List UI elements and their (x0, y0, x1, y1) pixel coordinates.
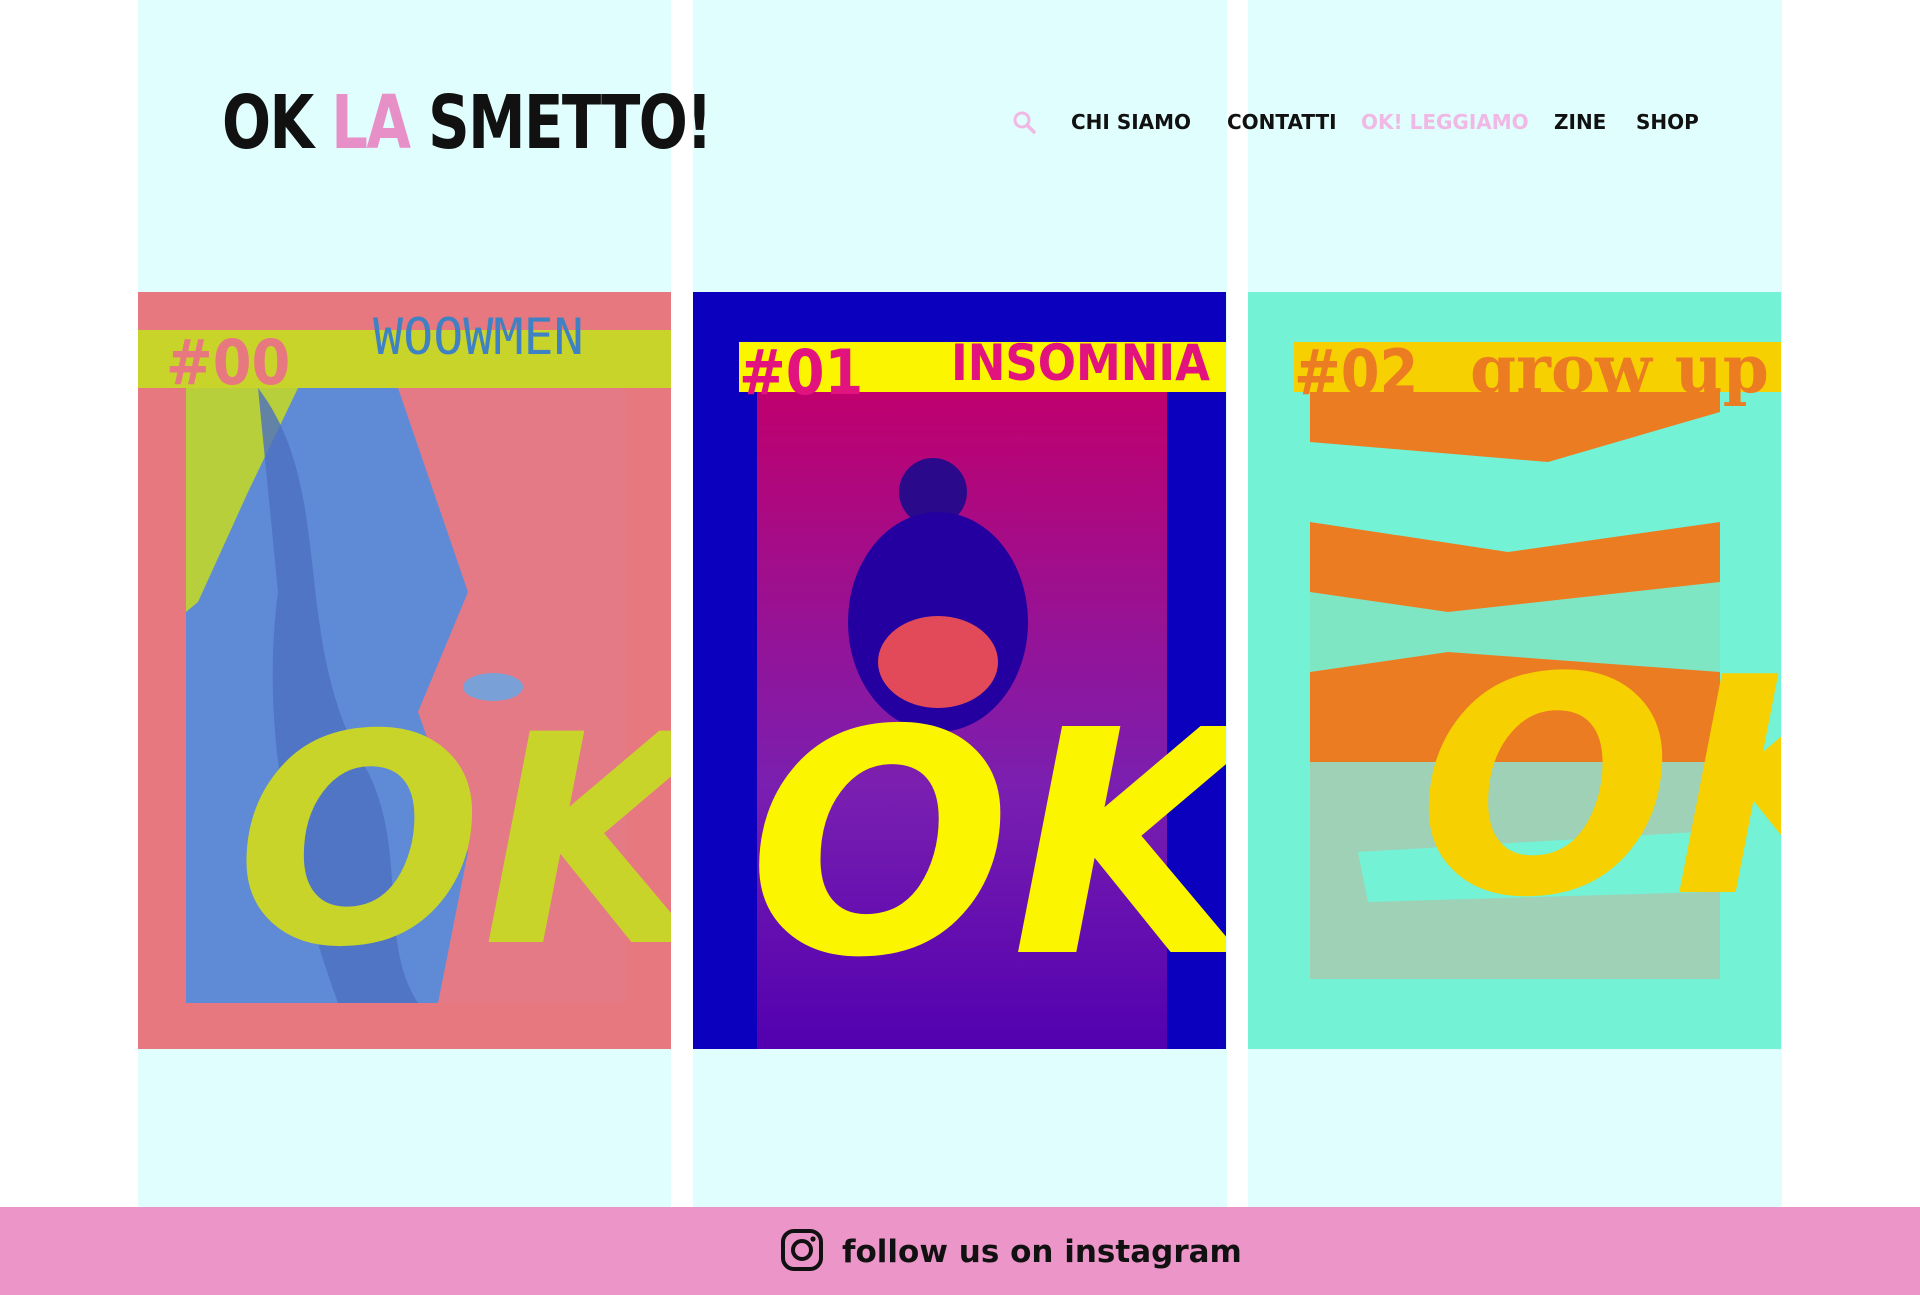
logo-smetto: SMETTO! (428, 80, 713, 166)
logo-ok: OK (222, 80, 314, 166)
cover-title-00: WOOWMEN (373, 308, 584, 366)
nav-zine[interactable]: ZINE (1554, 106, 1606, 138)
zine-cover-01[interactable]: #01 INSOMNIA OK! (693, 292, 1226, 1049)
cover-title-01: INSOMNIA (951, 334, 1210, 392)
site-logo[interactable]: OK LA SMETTO! (222, 78, 713, 168)
cover-title-02: grow up (1470, 330, 1769, 408)
zine-cover-00[interactable]: #00 WOOWMEN OK! (138, 292, 671, 1049)
cover-mark-00: OK! (236, 674, 671, 1011)
nav-contatti[interactable]: CONTATTI (1227, 106, 1337, 138)
site-header: OK LA SMETTO! CHI SIAMO CONTATTI OK! LEG… (0, 0, 1920, 240)
cover-mark-01: OK! (748, 665, 1226, 1026)
cover-mark-02: OK! (1418, 614, 1781, 963)
search-icon[interactable] (1012, 110, 1036, 134)
cover-number-00: #00 (166, 326, 290, 399)
zine-cover-02[interactable]: #02 grow up OK! (1248, 292, 1781, 1049)
nav-shop[interactable]: SHOP (1636, 106, 1699, 138)
logo-la: LA (331, 80, 411, 166)
instagram-link[interactable]: follow us on instagram (842, 1230, 1242, 1274)
nav-chi-siamo[interactable]: CHI SIAMO (1071, 106, 1191, 138)
cover-number-02: #02 (1294, 336, 1418, 409)
instagram-icon[interactable] (780, 1228, 824, 1272)
cover-number-01: #01 (739, 336, 863, 409)
nav-ok-leggiamo[interactable]: OK! LEGGIAMO (1361, 106, 1529, 138)
